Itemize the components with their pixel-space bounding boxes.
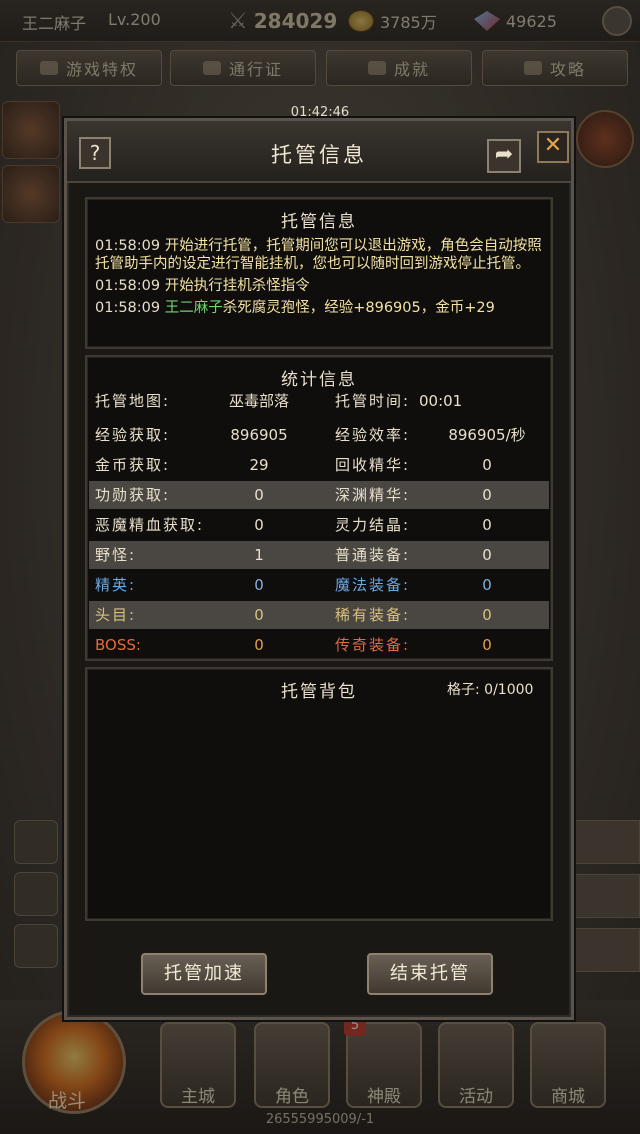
stat-key: 经验获取: [95,426,171,444]
stat-value: 0 [482,486,492,504]
stat-value: 巫毒部落 [228,392,289,410]
stat-value: 0 [254,516,264,534]
stat-key: 金币获取: [95,456,171,474]
stat-row: 经验获取: 896905 经验效率: 896905/秒 [89,421,549,449]
close-button[interactable]: ✕ [537,131,569,163]
stat-key: 传奇装备: [335,636,411,654]
bag-capacity: 格子: 0/1000 [447,682,534,698]
stat-value: 0 [254,606,264,624]
log-text: 开始执行挂机杀怪指令 [164,278,310,294]
stat-value: 0 [482,576,492,594]
stat-row: 金币获取: 29 回收精华: 0 [89,451,549,479]
stat-row: 恶魔精血获取: 0 灵力结晶: 0 [89,511,549,539]
share-arrow-icon[interactable]: ➦ [487,139,521,173]
stat-row: 头目: 0 稀有装备: 0 [89,601,549,629]
stat-value: 0 [482,636,492,654]
stat-value: 0 [482,606,492,624]
log-list[interactable]: 01:58:09 开始进行托管，托管期间您可以退出游戏，角色会自动按照托管助手内… [95,237,543,345]
stat-key: 普通装备: [335,546,411,564]
stat-key: 经验效率: [335,426,411,444]
stat-key: 托管时间: [335,392,411,410]
stat-row: BOSS: 0 传奇装备: 0 [89,631,549,659]
stat-key: 恶魔精血获取: [95,516,205,534]
stat-key: 托管地图: [95,392,171,410]
stat-key: 灵力结晶: [335,516,411,534]
stat-value: 0 [254,576,264,594]
stat-value: 896905 [230,426,288,444]
stat-value: 0 [254,636,264,654]
log-title: 托管信息 [281,212,357,232]
log-time: 01:58:09 [95,278,161,294]
stat-value: 0 [254,486,264,504]
dialog-header: ? 托管信息 ➦ ✕ [67,121,571,183]
stat-value: 0 [482,456,492,474]
stat-key: 魔法装备: [335,576,411,594]
statistics-panel: 统计信息 托管地图: 巫毒部落 托管时间: 00:01 经验获取: 896905… [85,355,553,661]
stat-row: 精英: 0 魔法装备: 0 [89,571,549,599]
stat-value: 896905/秒 [448,426,526,444]
hosting-bag-panel[interactable]: 托管背包 格子: 0/1000 [85,667,553,921]
stat-row: 功勋获取: 0 深渊精华: 0 [89,481,549,509]
stat-key: 稀有装备: [335,606,411,624]
stat-value: 0 [482,516,492,534]
stat-key: 功勋获取: [95,486,171,504]
log-player-name: 王二麻子 [164,300,223,316]
hosting-log-panel: 托管信息 01:58:09 开始进行托管，托管期间您可以退出游戏，角色会自动按照… [85,197,553,349]
stat-value: 29 [249,456,269,474]
stat-key: 深渊精华: [335,486,411,504]
stat-key: 野怪: [95,546,137,564]
stat-key: 回收精华: [335,456,411,474]
log-entry: 01:58:09 开始进行托管，托管期间您可以退出游戏，角色会自动按照托管助手内… [95,237,543,273]
stat-key: 精英: [95,576,137,594]
stat-value: 1 [254,546,264,564]
log-entry: 01:58:09 开始执行挂机杀怪指令 [95,277,543,295]
log-entry: 01:58:09 王二麻子杀死腐灵孢怪，经验+896905，金币+29 [95,299,543,317]
stat-value: 00:01 [419,392,463,410]
hosting-info-dialog: ? 托管信息 ➦ ✕ 托管信息 01:58:09 开始进行托管，托管期间您可以退… [64,118,574,1020]
end-hosting-button[interactable]: 结束托管 [365,951,495,997]
log-time: 01:58:09 [95,300,161,316]
log-time: 01:58:09 [95,238,161,254]
stat-key: 头目: [95,606,137,624]
stat-key: BOSS: [95,636,141,654]
log-text: 杀死腐灵孢怪，经验+896905，金币+29 [222,300,495,316]
speed-up-button[interactable]: 托管加速 [139,951,269,997]
stat-row: 野怪: 1 普通装备: 0 [89,541,549,569]
stat-row: 托管地图: 巫毒部落 托管时间: 00:01 [89,387,549,415]
stat-value: 0 [482,546,492,564]
log-text: 开始进行托管，托管期间您可以退出游戏，角色会自动按照托管助手内的设定进行智能挂机… [95,238,542,272]
